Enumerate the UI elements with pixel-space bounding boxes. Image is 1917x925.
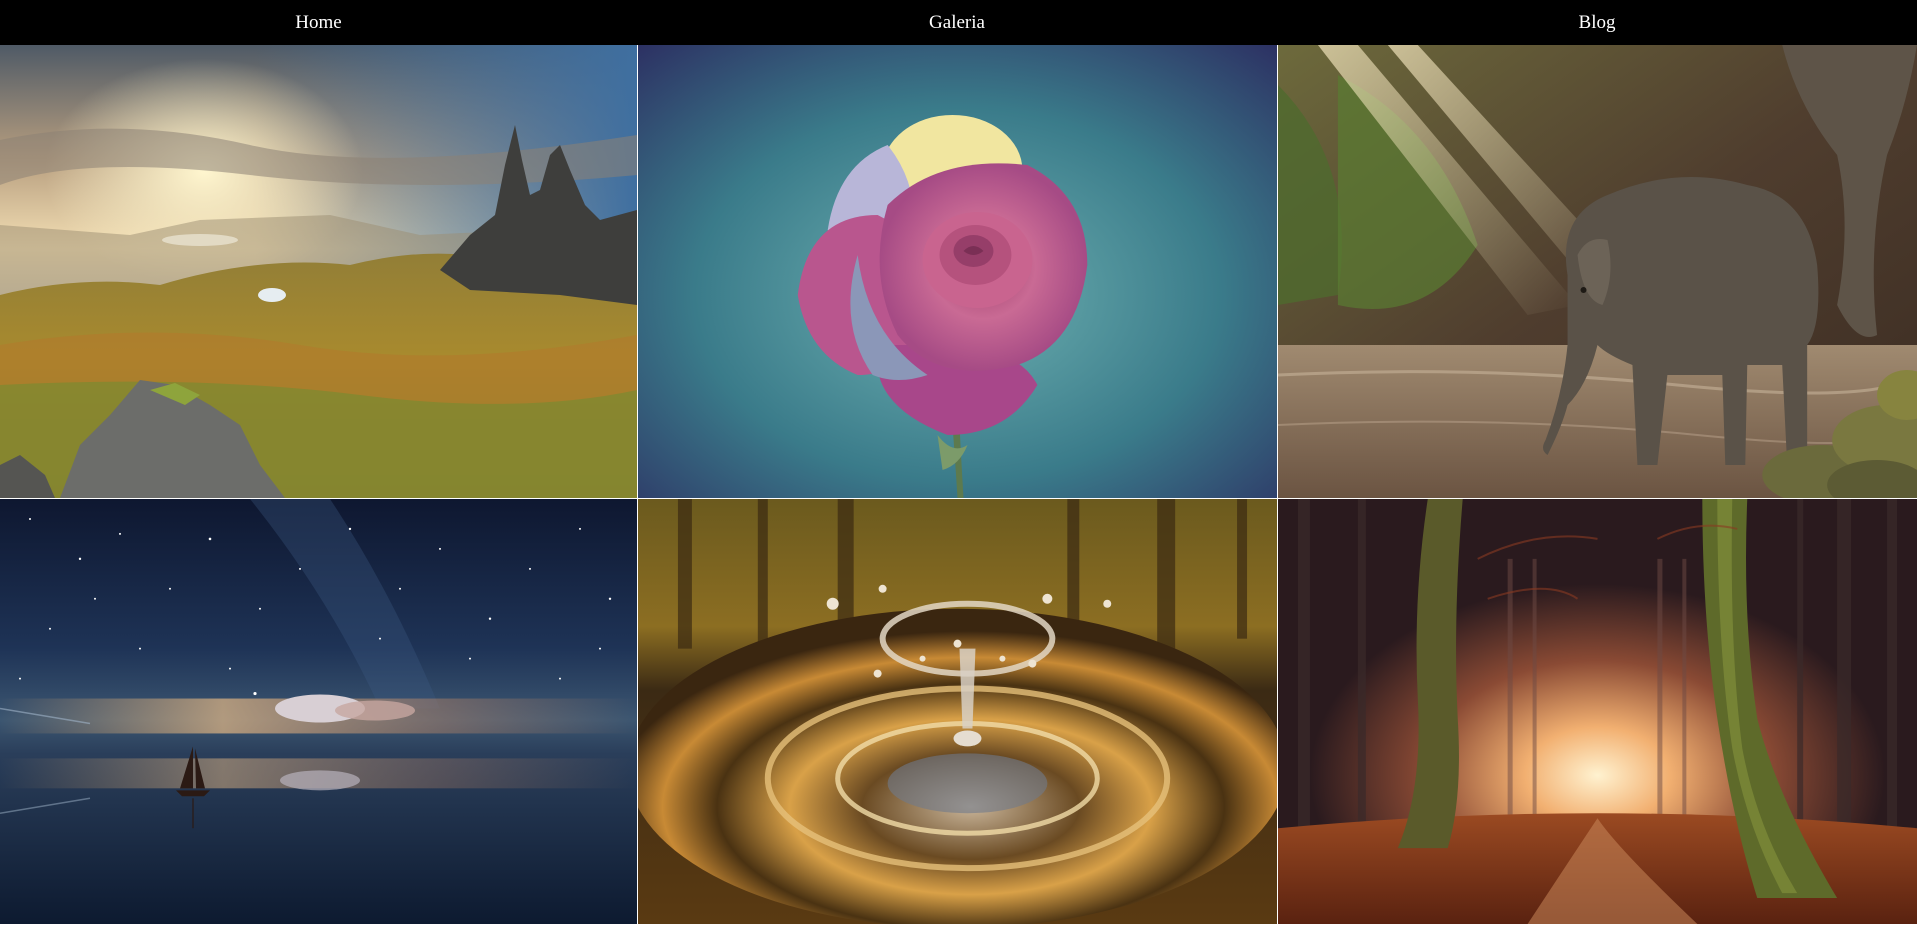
rose-image <box>638 45 1277 498</box>
image-gallery <box>0 45 1917 924</box>
gallery-image-elephant[interactable] <box>1277 45 1917 498</box>
gallery-image-starry-sea[interactable] <box>0 498 637 924</box>
gallery-page: Home Galeria Blog <box>0 0 1917 925</box>
gallery-image-water-drop[interactable] <box>637 498 1277 924</box>
starry-sea-image <box>0 499 637 924</box>
gallery-image-mountain-landscape[interactable] <box>0 45 637 498</box>
gallery-image-autumn-forest[interactable] <box>1277 498 1917 924</box>
elephant-image <box>1278 45 1917 498</box>
nav-blog-link[interactable]: Blog <box>1277 0 1917 45</box>
nav-galeria-link[interactable]: Galeria <box>637 0 1277 45</box>
gallery-image-rose[interactable] <box>637 45 1277 498</box>
nav-home-link[interactable]: Home <box>0 0 637 45</box>
top-navigation: Home Galeria Blog <box>0 0 1917 45</box>
autumn-forest-image <box>1278 499 1917 924</box>
water-drop-image <box>638 499 1277 924</box>
mountain-landscape-image <box>0 45 637 498</box>
